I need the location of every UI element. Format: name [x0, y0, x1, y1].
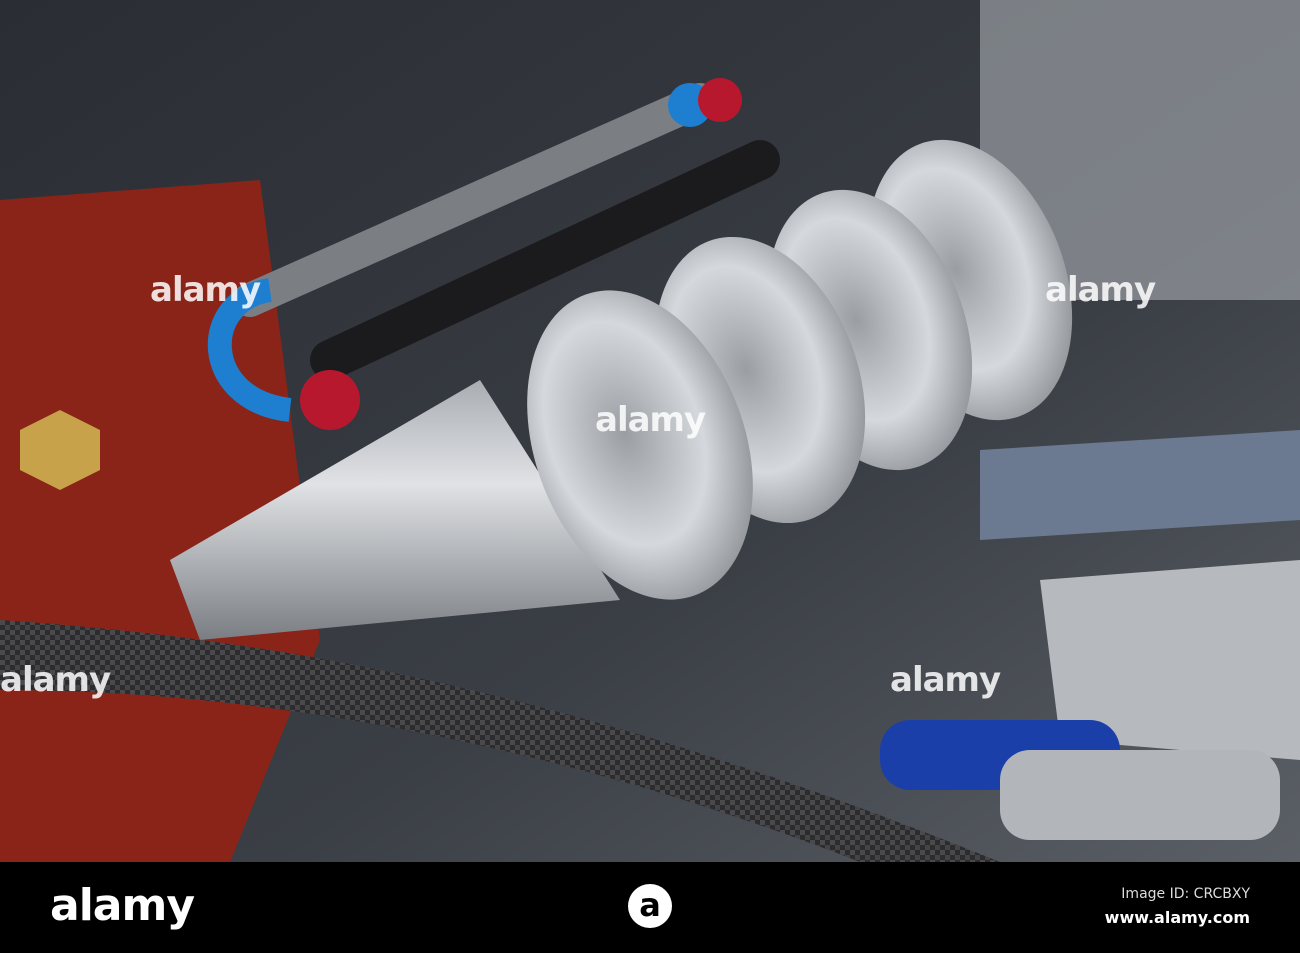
watermark: alamy — [0, 660, 111, 700]
watermark: alamy — [890, 660, 1001, 700]
watermark: alamy — [1045, 270, 1156, 310]
image-id: Image ID: CRCBXY — [1121, 886, 1250, 902]
alamy-mark-icon: a — [628, 884, 672, 928]
footer-bar: alamy a Image ID: CRCBXY www.alamy.com — [0, 862, 1300, 953]
watermark: alamy — [150, 270, 261, 310]
alamy-logo: alamy — [50, 880, 195, 931]
site-url: www.alamy.com — [1104, 908, 1250, 927]
watermark: alamy — [595, 400, 706, 440]
